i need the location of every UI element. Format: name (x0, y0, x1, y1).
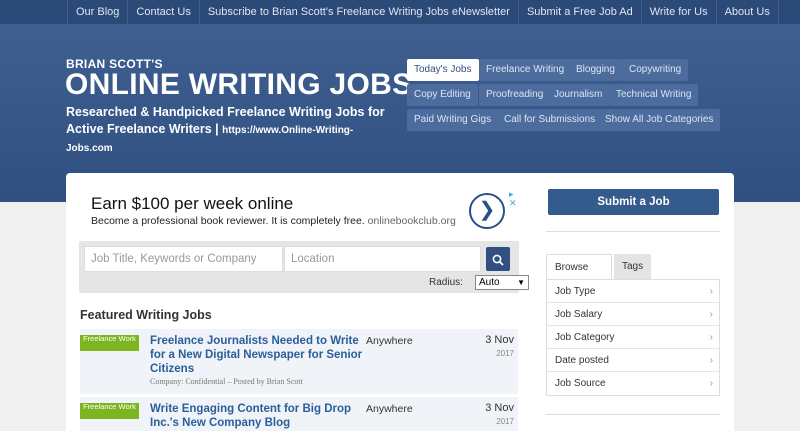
job-search-form: Job Title, Keywords or Company Location … (79, 241, 529, 293)
category-technical-writing[interactable]: Technical Writing (609, 84, 699, 106)
top-nav: Our Blog Contact Us Subscribe to Brian S… (0, 0, 800, 24)
tab-tags[interactable]: Tags (614, 254, 651, 279)
browse-item-date-posted[interactable]: Date posted › (547, 349, 719, 372)
ad-headline[interactable]: Earn $100 per week online (91, 194, 293, 214)
nav-submit-job-ad[interactable]: Submit a Free Job Ad (519, 0, 642, 24)
site-tagline: Researched & Handpicked Freelance Writin… (66, 104, 386, 157)
adchoices-icon[interactable]: ▸ ✕ (509, 190, 517, 208)
radius-value: Auto (479, 277, 500, 288)
nav-our-blog[interactable]: Our Blog (67, 0, 129, 24)
nav-write-for-us[interactable]: Write for Us (642, 0, 717, 24)
nav-contact-us[interactable]: Contact Us (128, 0, 200, 24)
category-freelance-writing[interactable]: Freelance Writing (479, 59, 572, 81)
browse-item-label: Date posted (555, 355, 609, 366)
browse-item-label: Job Category (555, 332, 615, 343)
chevron-right-icon: › (709, 332, 713, 343)
job-title-link[interactable]: Freelance Journalists Needed to Write fo… (150, 334, 365, 376)
job-type-badge: Freelance Work (80, 403, 139, 419)
category-journalism[interactable]: Journalism (547, 84, 610, 106)
submit-job-button[interactable]: Submit a Job (548, 189, 719, 215)
job-date: 3 Nov (485, 334, 514, 346)
category-todays-jobs[interactable]: Today's Jobs (407, 59, 479, 81)
chevron-right-icon: › (709, 378, 713, 389)
chevron-right-icon: › (709, 355, 713, 366)
search-button[interactable] (486, 247, 510, 271)
category-blogging[interactable]: Blogging (569, 59, 622, 81)
job-year: 2017 (496, 349, 514, 358)
browse-item-job-category[interactable]: Job Category › (547, 326, 719, 349)
job-listing[interactable]: Freelance Work Freelance Journalists Nee… (80, 329, 518, 394)
sidebar-divider (546, 414, 720, 415)
ad-arrow-icon[interactable]: ❯ (469, 193, 505, 229)
job-location: Anywhere (366, 403, 413, 415)
job-type-badge: Freelance Work (80, 335, 139, 351)
featured-heading: Featured Writing Jobs (80, 308, 212, 322)
browse-item-job-salary[interactable]: Job Salary › (547, 303, 719, 326)
category-call-for-submissions[interactable]: Call for Submissions (497, 109, 603, 131)
browse-list: Job Type › Job Salary › Job Category › Date… (546, 279, 720, 396)
radius-label: Radius: (429, 277, 463, 288)
chevron-right-icon: › (709, 286, 713, 297)
category-copy-editing[interactable]: Copy Editing (407, 84, 478, 106)
browse-item-label: Job Type (555, 286, 596, 297)
ad-subtext-copy: Become a professional book reviewer. It … (91, 215, 365, 227)
location-input[interactable]: Location (284, 246, 481, 272)
browse-item-label: Job Salary (555, 309, 603, 320)
ad-banner[interactable]: Earn $100 per week online Become a profe… (81, 190, 521, 234)
job-year: 2017 (496, 417, 514, 426)
tab-browse-by[interactable]: Browse by... (546, 254, 612, 298)
job-location: Anywhere (366, 335, 413, 347)
chevron-right-icon: › (709, 309, 713, 320)
category-copywriting[interactable]: Copywriting (622, 59, 689, 81)
ad-subtext: Become a professional book reviewer. It … (91, 215, 456, 227)
nav-subscribe[interactable]: Subscribe to Brian Scott's Freelance Wri… (200, 0, 519, 24)
job-meta: Company: Confidential – Posted by Brian … (150, 377, 303, 386)
ad-domain: onlinebookclub.org (367, 215, 456, 227)
job-title-link[interactable]: Write Engaging Content for Big Drop Inc.… (150, 402, 365, 430)
radius-select[interactable]: Auto ▼ (475, 275, 529, 290)
site-logo-title[interactable]: ONLINE WRITING JOBS (65, 68, 412, 102)
search-icon (492, 254, 504, 266)
chevron-down-icon: ▼ (517, 278, 525, 287)
job-listing[interactable]: Freelance Work Write Engaging Content fo… (80, 397, 518, 431)
nav-about-us[interactable]: About Us (717, 0, 779, 24)
sidebar-divider (546, 231, 720, 232)
category-show-all[interactable]: Show All Job Categories (598, 109, 721, 131)
browse-item-label: Job Source (555, 378, 606, 389)
category-paid-writing-gigs[interactable]: Paid Writing Gigs (407, 109, 499, 131)
job-date: 3 Nov (485, 402, 514, 414)
browse-item-job-source[interactable]: Job Source › (547, 372, 719, 395)
category-proofreading[interactable]: Proofreading (479, 84, 551, 106)
browse-item-job-type[interactable]: Job Type › (547, 280, 719, 303)
keywords-input[interactable]: Job Title, Keywords or Company (84, 246, 283, 272)
